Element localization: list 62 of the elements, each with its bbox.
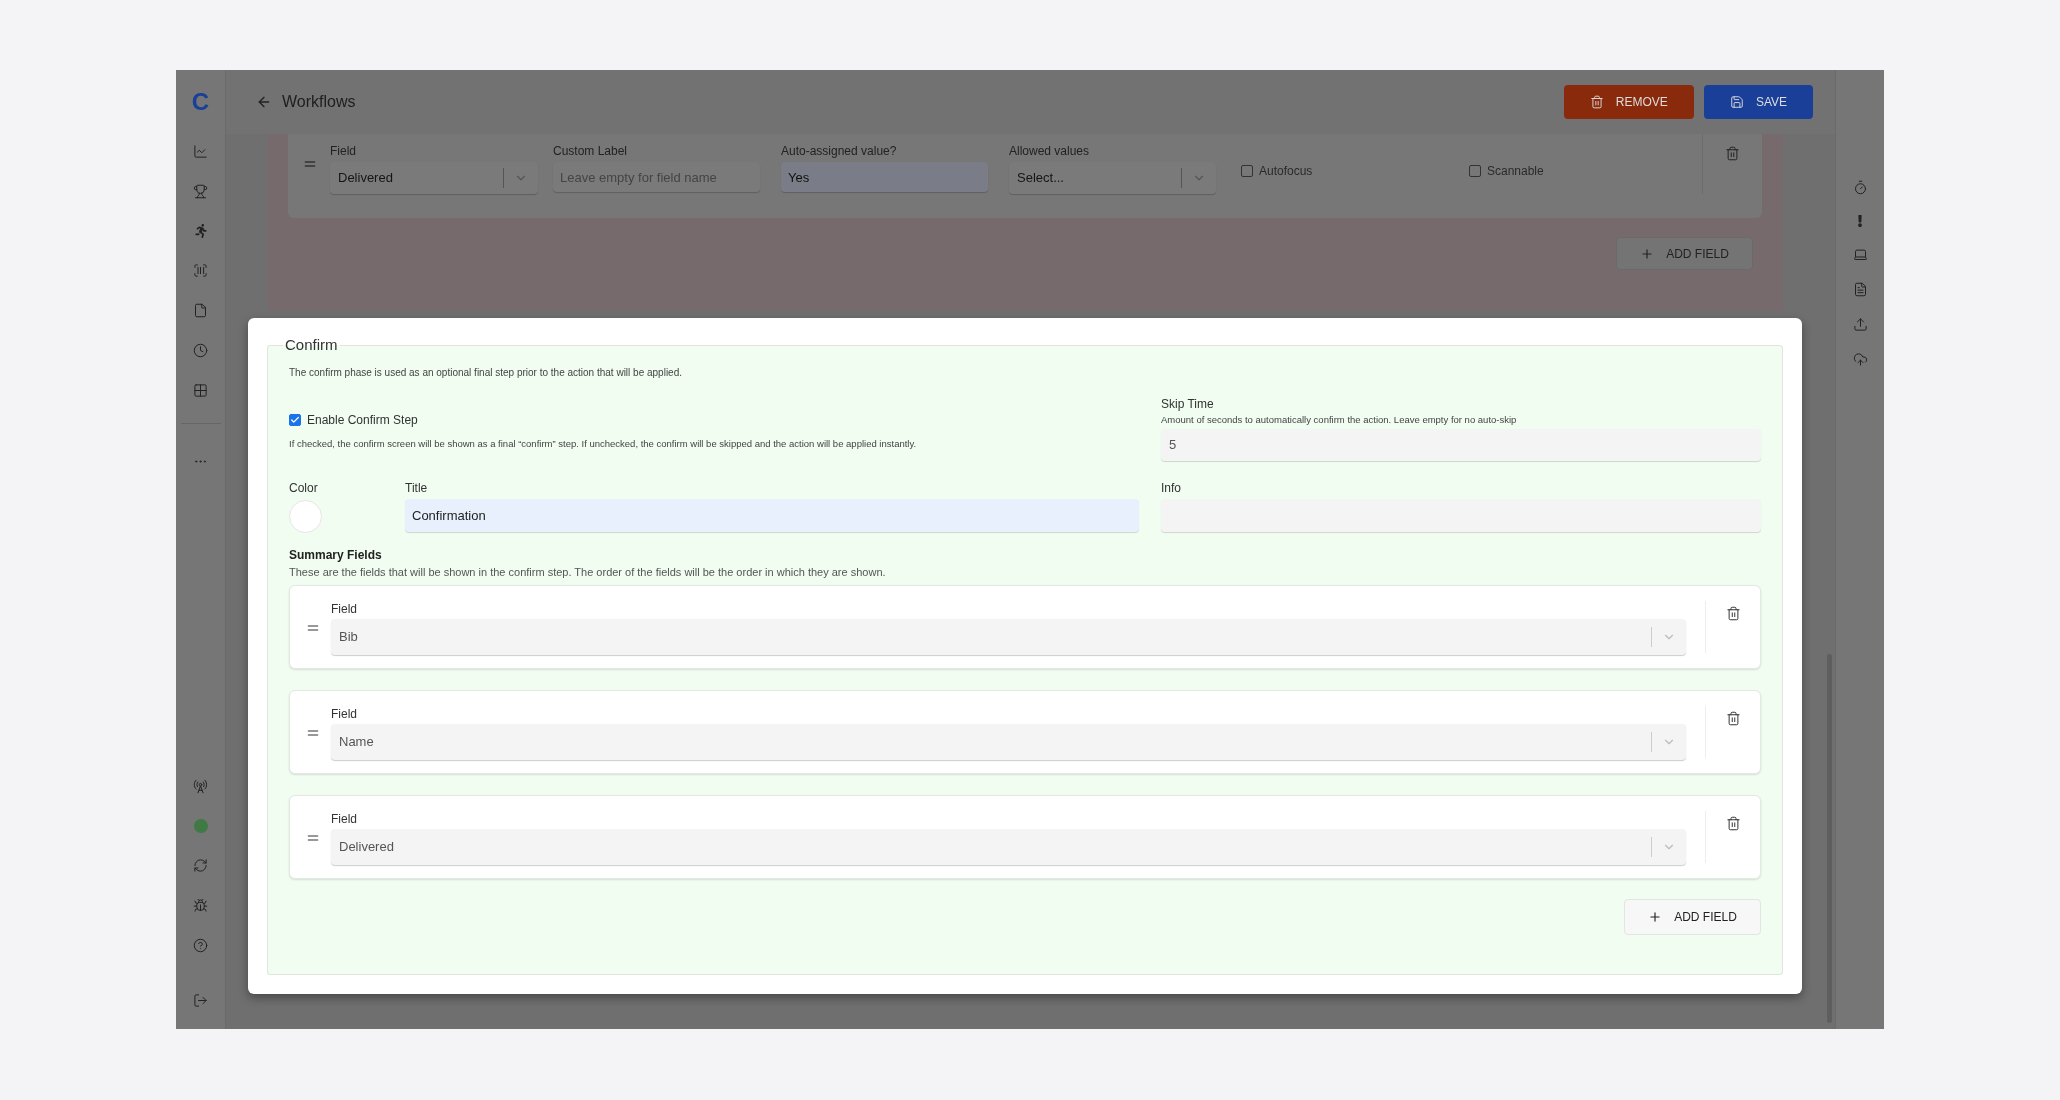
cloud-upload-icon[interactable] bbox=[1852, 352, 1868, 367]
input-field[interactable]: Yes bbox=[781, 162, 988, 192]
trophy-icon[interactable] bbox=[193, 184, 208, 199]
field-hint: Amount of seconds to automatically confirm the action. Leave empty for no auto-skip bbox=[1161, 412, 1518, 427]
field-label: Field bbox=[330, 143, 357, 160]
delete-icon[interactable] bbox=[1725, 816, 1741, 832]
select-field[interactable]: Delivered bbox=[331, 828, 1686, 865]
checkbox-hint: If checked, the confirm screen will be shown as a final “confirm” step. If unchecked, the confirm will be skipped and the action will be applied instantly. bbox=[289, 436, 918, 451]
field-label: Field bbox=[331, 810, 358, 828]
logout-icon[interactable] bbox=[193, 993, 208, 1008]
checkbox-label: Scannable bbox=[1487, 163, 1544, 180]
page-title: Workflows bbox=[282, 92, 356, 112]
back-arrow-icon[interactable] bbox=[256, 94, 272, 110]
field-label: Custom Label bbox=[553, 143, 629, 160]
checkbox[interactable] bbox=[289, 413, 301, 426]
checkbox-label: Autofocus bbox=[1259, 163, 1313, 180]
field-label: Allowed values bbox=[1009, 143, 1091, 160]
checkbox-label: Enable Confirm Step bbox=[307, 411, 418, 429]
runner-icon[interactable] bbox=[193, 224, 208, 238]
upload-icon[interactable] bbox=[1852, 317, 1868, 332]
file-icon[interactable] bbox=[193, 303, 208, 318]
select-field[interactable]: Name bbox=[331, 723, 1686, 760]
grid-icon[interactable] bbox=[193, 383, 208, 398]
delete-icon[interactable] bbox=[1725, 606, 1741, 622]
field-label: Skip Time bbox=[1161, 395, 1215, 413]
stopwatch-icon[interactable] bbox=[1852, 180, 1868, 195]
plus-icon bbox=[1648, 910, 1663, 925]
trash-icon bbox=[1589, 95, 1604, 109]
info-input[interactable] bbox=[1161, 498, 1761, 532]
section-legend: Confirm bbox=[283, 334, 340, 357]
chart-icon[interactable] bbox=[193, 144, 208, 159]
field-label: Field bbox=[331, 600, 358, 618]
select-field[interactable]: Bib bbox=[331, 618, 1686, 655]
add-field-button[interactable]: ADD FIELD bbox=[1624, 899, 1761, 936]
antenna-icon[interactable] bbox=[193, 779, 208, 794]
skip-time-input[interactable]: 5 bbox=[1161, 428, 1761, 461]
summary-description: These are the fields that will be shown in the confirm step. The order of the fields will be the order in which they are shown. bbox=[289, 564, 887, 580]
delete-icon[interactable] bbox=[1725, 146, 1740, 161]
select-field[interactable]: Select... bbox=[1009, 162, 1216, 194]
laptop-icon[interactable] bbox=[1852, 247, 1868, 262]
field-label: Color bbox=[289, 479, 319, 497]
remove-button[interactable]: REMOVE bbox=[1563, 85, 1694, 119]
color-swatch[interactable] bbox=[289, 499, 322, 533]
section-description: The confirm phase is used as an optional final step prior to the action that will be applied. bbox=[289, 365, 683, 380]
field-label: Field bbox=[331, 705, 358, 723]
checkbox[interactable] bbox=[1241, 165, 1253, 177]
plus-icon bbox=[1640, 246, 1655, 261]
bug-icon[interactable] bbox=[193, 898, 208, 913]
refresh-icon[interactable] bbox=[193, 858, 208, 873]
field-label: Title bbox=[405, 479, 429, 497]
document-icon[interactable] bbox=[1852, 282, 1868, 297]
field-label: Auto-assigned value? bbox=[781, 143, 898, 160]
barcode-scan-icon[interactable] bbox=[193, 263, 208, 278]
select-field[interactable]: Delivered bbox=[330, 162, 538, 194]
delete-icon[interactable] bbox=[1725, 711, 1741, 727]
summary-title: Summary Fields bbox=[289, 546, 383, 564]
clock-icon[interactable] bbox=[193, 343, 208, 358]
help-icon[interactable] bbox=[193, 938, 208, 953]
checkbox[interactable] bbox=[1469, 165, 1481, 177]
title-input[interactable]: Confirmation bbox=[405, 498, 1139, 532]
field-label: Info bbox=[1161, 479, 1182, 497]
save-button[interactable]: SAVE bbox=[1703, 85, 1813, 119]
